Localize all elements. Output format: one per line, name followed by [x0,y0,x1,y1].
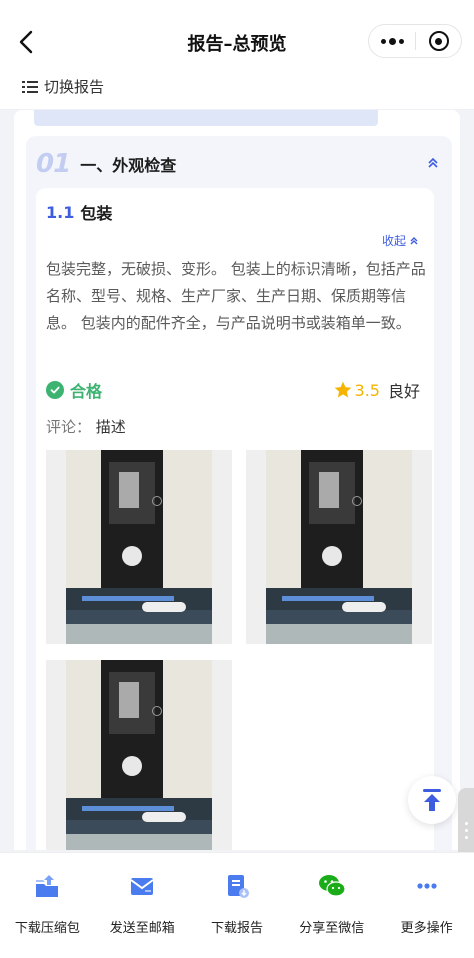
more-actions-button[interactable]: 更多操作 [379,853,474,958]
dot-icon [398,38,404,44]
comment: 评论： 描述 [46,416,126,437]
back-to-top-button[interactable] [408,776,456,824]
item-header: 1.1 包装 [46,200,112,224]
wechat-icon [317,871,347,901]
download-archive-button[interactable]: 下载压缩包 [0,853,95,958]
switch-report-button[interactable]: 切换报告 [0,64,474,110]
capsule-close-button[interactable] [416,25,461,57]
collapse-button[interactable]: 收起 [382,232,420,249]
star-icon [334,381,351,398]
status-badge: 合格 [46,378,102,402]
inspection-photo[interactable] [46,660,232,850]
send-email-button[interactable]: 发送至邮箱 [95,853,190,958]
section-title: 一、外观检查 [80,156,177,175]
item-number: 1.1 [46,202,75,222]
comment-value: 描述 [95,418,126,436]
more-icon [412,871,442,901]
arrow-to-top-icon [423,789,441,811]
item-name: 包装 [80,204,113,223]
download-report-icon [222,871,252,901]
mini-program-capsule [368,24,462,58]
inspection-photo[interactable] [46,450,232,644]
close-circle-icon [428,31,449,51]
check-item-card: 1.1 包装 收起 包装完整，无破损、变形。 包装上的标识清晰，包括产品名称、型… [36,188,434,850]
report-content[interactable]: 01 一、外观检查 1.1 包装 收起 包装完整，无破损、变形。 包装上的标识清… [0,110,474,850]
switch-report-label: 切换报告 [44,78,105,96]
bottom-toolbar: 下载压缩包 发送至邮箱 下载报告 分享至微信 更多操作 [0,852,474,958]
section-number: 01 [36,149,71,179]
collapse-label: 收起 [381,234,406,248]
status-text: 合格 [70,382,103,401]
mail-icon [127,871,157,901]
comment-label: 评论： [46,418,92,436]
share-wechat-button[interactable]: 分享至微信 [284,853,379,958]
list-icon [22,80,38,94]
rating: 3.5 良好 [333,378,420,402]
dot-icon [380,38,386,44]
download-report-button[interactable]: 下载报告 [190,853,285,958]
dot-icon [388,37,396,45]
section-header: 01 一、外观检查 [36,142,176,186]
check-circle-icon [46,381,64,399]
decorative-strip [34,110,378,126]
rating-score: 3.5 [354,380,380,400]
item-description: 包装完整，无破损、变形。 包装上的标识清晰，包括产品名称、型号、规格、生产厂家、… [46,260,426,332]
inspection-photo[interactable] [246,450,432,644]
rating-text: 良好 [387,382,420,401]
section-appearance-check: 01 一、外观检查 1.1 包装 收起 包装完整，无破损、变形。 包装上的标识清… [26,136,452,850]
double-chevron-up-icon [410,236,418,244]
double-chevron-up-icon[interactable] [426,156,440,170]
capsule-more-button[interactable] [369,25,415,57]
download-archive-icon [32,871,62,901]
